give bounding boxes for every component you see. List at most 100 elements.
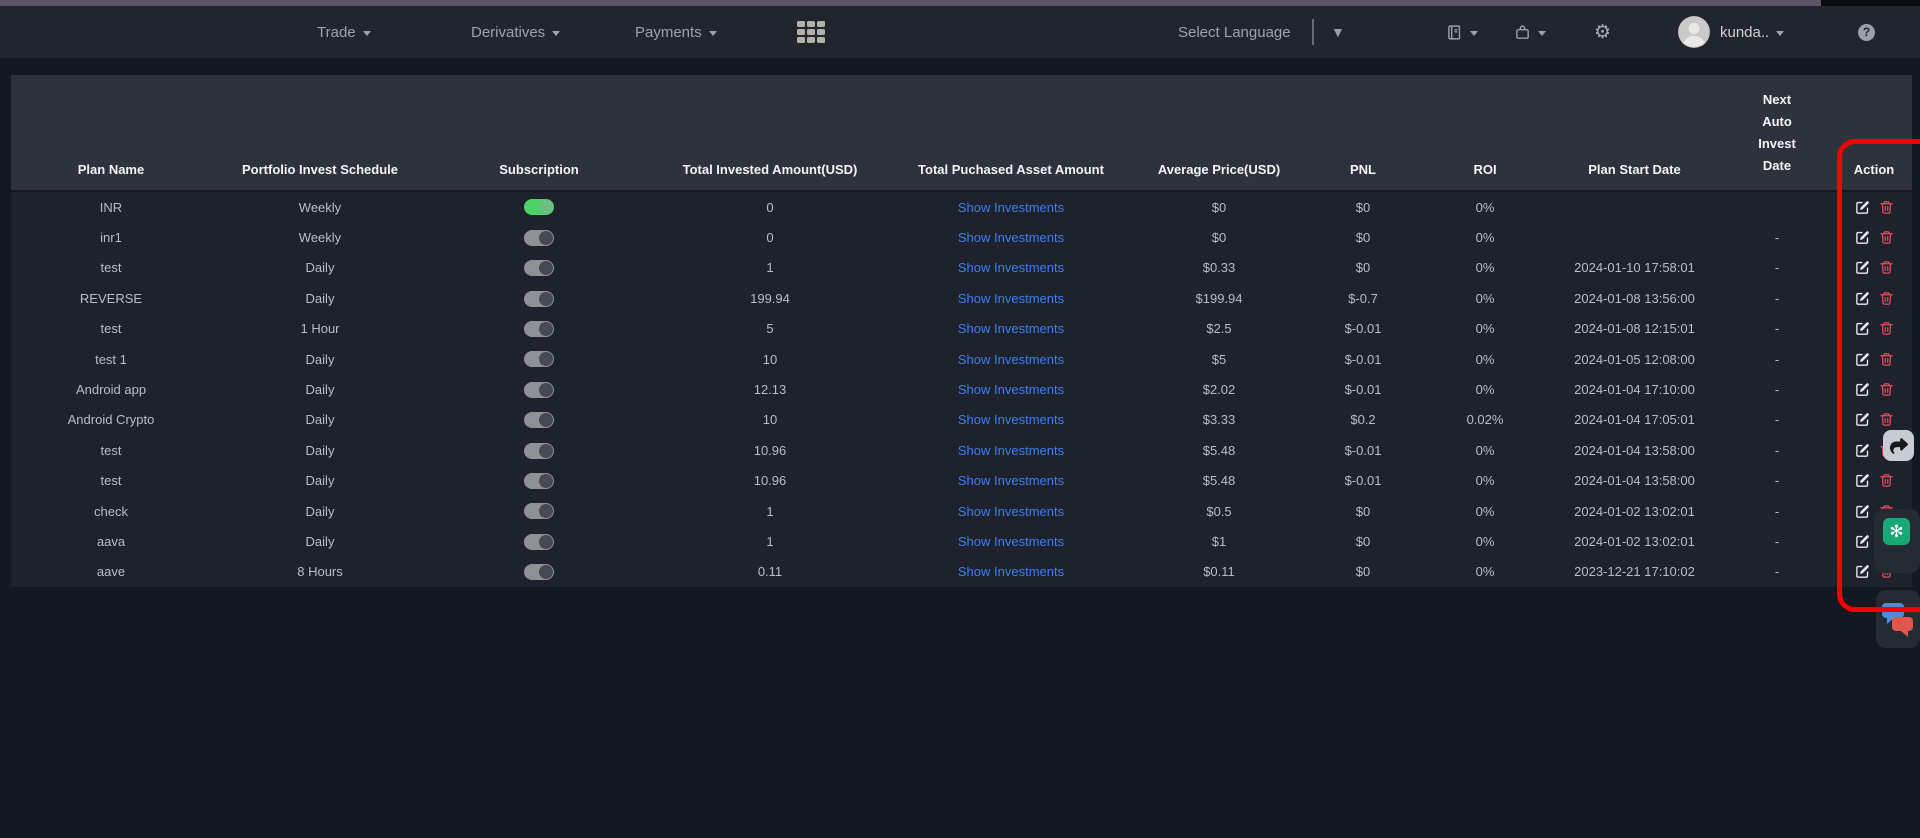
apps-grid-button[interactable]	[797, 6, 825, 58]
pnl-cell: $0	[1307, 504, 1419, 519]
show-investments-link[interactable]: Show Investments	[958, 260, 1064, 275]
edit-plan-button[interactable]	[1855, 260, 1870, 275]
subscription-toggle[interactable]	[524, 351, 554, 367]
edit-plan-button[interactable]	[1855, 504, 1870, 519]
edit-plan-button[interactable]	[1855, 443, 1870, 458]
nav-trade[interactable]: Trade	[317, 6, 371, 58]
orders-menu[interactable]	[1446, 6, 1478, 58]
show-investments-link[interactable]: Show Investments	[958, 230, 1064, 245]
edit-plan-button[interactable]	[1855, 382, 1870, 397]
delete-plan-button[interactable]	[1879, 200, 1894, 215]
plan-name-cell: Android Crypto	[11, 412, 211, 427]
show-investments-link[interactable]: Show Investments	[958, 382, 1064, 397]
next-auto-invest-cell: -	[1718, 443, 1836, 458]
invested-amount-cell: 10	[649, 412, 891, 427]
chevron-down-icon	[552, 31, 560, 36]
subscription-toggle[interactable]	[524, 443, 554, 459]
subscription-toggle[interactable]	[524, 382, 554, 398]
delete-plan-button[interactable]	[1879, 352, 1894, 367]
average-price-cell: $1	[1131, 534, 1307, 549]
assistant-extension-button[interactable]: ✻	[1883, 518, 1910, 545]
wallet-menu[interactable]	[1514, 6, 1546, 58]
invested-amount-cell: 0	[649, 230, 891, 245]
subscription-toggle[interactable]	[524, 321, 554, 337]
plan-start-date-cell: 2024-01-04 17:10:00	[1551, 382, 1718, 397]
settings-button[interactable]: ⚙	[1594, 6, 1611, 58]
purchased-asset-cell: Show Investments	[891, 321, 1131, 336]
roi-cell: 0%	[1419, 473, 1551, 488]
language-selector[interactable]: Select Language	[1178, 6, 1291, 58]
edit-plan-button[interactable]	[1855, 291, 1870, 306]
nav-derivatives[interactable]: Derivatives	[471, 6, 560, 58]
nav-payments-label: Payments	[635, 24, 702, 41]
user-menu[interactable]: kunda..	[1720, 6, 1784, 58]
schedule-cell: Daily	[211, 291, 429, 306]
roi-cell: 0%	[1419, 352, 1551, 367]
edit-plan-button[interactable]	[1855, 352, 1870, 367]
show-investments-link[interactable]: Show Investments	[958, 473, 1064, 488]
trash-icon	[1879, 260, 1894, 275]
show-investments-link[interactable]: Show Investments	[958, 412, 1064, 427]
column-header: Average Price(USD)	[1131, 162, 1307, 190]
edit-plan-button[interactable]	[1855, 473, 1870, 488]
subscription-toggle[interactable]	[524, 534, 554, 550]
share-extension-button[interactable]	[1883, 430, 1914, 461]
delete-plan-button[interactable]	[1879, 412, 1894, 427]
show-investments-link[interactable]: Show Investments	[958, 200, 1064, 215]
subscription-toggle[interactable]	[524, 473, 554, 489]
average-price-cell: $5.48	[1131, 473, 1307, 488]
subscription-toggle[interactable]	[524, 260, 554, 276]
delete-plan-button[interactable]	[1879, 291, 1894, 306]
user-avatar[interactable]	[1678, 16, 1710, 48]
subscription-toggle[interactable]	[524, 564, 554, 580]
schedule-cell: Daily	[211, 412, 429, 427]
subscription-toggle[interactable]	[524, 412, 554, 428]
show-investments-link[interactable]: Show Investments	[958, 443, 1064, 458]
schedule-cell: Daily	[211, 352, 429, 367]
toggle-knob	[539, 413, 553, 427]
chat-extension-button[interactable]	[1876, 590, 1920, 648]
subscription-toggle[interactable]	[524, 199, 554, 215]
roi-cell: 0%	[1419, 321, 1551, 336]
next-auto-invest-cell: -	[1718, 412, 1836, 427]
purchased-asset-cell: Show Investments	[891, 200, 1131, 215]
edit-icon	[1855, 564, 1870, 579]
chevron-down-icon	[1538, 31, 1546, 36]
chevron-down-icon	[363, 31, 371, 36]
show-investments-link[interactable]: Show Investments	[958, 352, 1064, 367]
subscription-toggle[interactable]	[524, 230, 554, 246]
edit-plan-button[interactable]	[1855, 230, 1870, 245]
subscription-toggle[interactable]	[524, 291, 554, 307]
subscription-toggle[interactable]	[524, 503, 554, 519]
show-investments-link[interactable]: Show Investments	[958, 321, 1064, 336]
show-investments-link[interactable]: Show Investments	[958, 564, 1064, 579]
top-navbar: Trade Derivatives Payments Select Langua…	[0, 6, 1920, 58]
chevron-down-icon	[709, 31, 717, 36]
delete-plan-button[interactable]	[1879, 260, 1894, 275]
show-investments-link[interactable]: Show Investments	[958, 504, 1064, 519]
purchased-asset-cell: Show Investments	[891, 534, 1131, 549]
nav-payments[interactable]: Payments	[635, 6, 717, 58]
table-header-row: Plan NamePortfolio Invest ScheduleSubscr…	[11, 75, 1912, 190]
delete-plan-button[interactable]	[1879, 230, 1894, 245]
next-auto-invest-cell: -	[1718, 564, 1836, 579]
help-button[interactable]: ?	[1858, 6, 1875, 58]
show-investments-link[interactable]: Show Investments	[958, 534, 1064, 549]
delete-plan-button[interactable]	[1879, 382, 1894, 397]
action-cell	[1836, 382, 1912, 397]
plan-start-date-cell: 2023-12-21 17:10:02	[1551, 564, 1718, 579]
edit-plan-button[interactable]	[1855, 412, 1870, 427]
language-dropdown-arrow[interactable]: ▼	[1331, 6, 1345, 58]
show-investments-link[interactable]: Show Investments	[958, 291, 1064, 306]
edit-plan-button[interactable]	[1855, 534, 1870, 549]
delete-plan-button[interactable]	[1879, 473, 1894, 488]
edit-plan-button[interactable]	[1855, 200, 1870, 215]
edit-plan-button[interactable]	[1855, 321, 1870, 336]
roi-cell: 0%	[1419, 291, 1551, 306]
pnl-cell: $0.2	[1307, 412, 1419, 427]
edit-plan-button[interactable]	[1855, 564, 1870, 579]
subscription-cell	[429, 442, 649, 459]
column-header: Plan Name	[11, 162, 211, 190]
invested-amount-cell: 10.96	[649, 473, 891, 488]
delete-plan-button[interactable]	[1879, 321, 1894, 336]
